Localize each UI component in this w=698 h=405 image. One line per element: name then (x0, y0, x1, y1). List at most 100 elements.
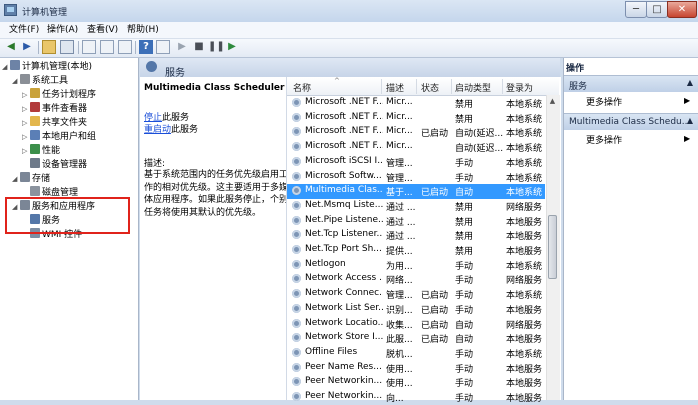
expanded-arrow-icon[interactable]: ◢ (12, 172, 20, 186)
pause-service-icon[interactable]: ❚❚ (208, 40, 225, 54)
tree-item[interactable]: ◢ 系统工具 (2, 74, 136, 88)
refresh-icon[interactable] (100, 40, 114, 54)
table-row[interactable]: Netlogon 为用... 手动 本地系统 (287, 258, 545, 273)
forward-arrow-icon[interactable]: ▶ (20, 40, 34, 54)
collapsed-arrow-icon[interactable]: ▷ (22, 116, 30, 130)
cell-logon: 本地系统 (506, 173, 543, 184)
minimize-button[interactable]: ─ (625, 1, 647, 18)
column-status[interactable]: 状态 (421, 81, 439, 94)
column-separator[interactable] (451, 79, 452, 94)
cell-name: Microsoft .NET F... (305, 97, 383, 107)
cell-name: Network Connec... (305, 288, 383, 299)
cell-desc: 此服... (386, 335, 413, 346)
back-arrow-icon[interactable]: ◀ (4, 40, 18, 54)
table-row[interactable]: Microsoft .NET F... Micr... 禁用 本地系统 (287, 96, 545, 111)
table-row[interactable]: Microsoft .NET F... Micr... 已启动 自动(延迟... 本地系… (287, 125, 545, 140)
collapsed-arrow-icon[interactable]: ▷ (22, 144, 30, 158)
gear-icon (292, 245, 301, 254)
column-separator[interactable] (416, 79, 417, 94)
menu-view[interactable]: 查看(V) (87, 23, 118, 37)
table-row[interactable]: Network List Ser... 识别... 已启动 手动 本地服务 (287, 302, 545, 317)
more-actions-item[interactable]: 更多操作 (586, 95, 622, 108)
title-bar[interactable] (0, 0, 698, 22)
actions-title: 操作 (566, 64, 585, 74)
gear-icon (292, 186, 301, 196)
tree-item[interactable]: 设备管理器 (2, 158, 136, 172)
more-actions-item[interactable]: 更多操作 (586, 133, 622, 146)
actions-section-selected-service[interactable]: Multimedia Class Schedu... ▲ (564, 113, 698, 130)
expanded-arrow-icon[interactable]: ◢ (12, 74, 20, 88)
menu-action[interactable]: 操作(A) (47, 23, 78, 37)
cell-desc: 通过 ... (386, 217, 416, 228)
help-icon[interactable]: ? (139, 40, 153, 54)
export-list-icon[interactable] (118, 40, 132, 54)
tree-node-icon (30, 158, 40, 168)
table-row[interactable]: Network Store I... 此服... 已启动 自动 本地服务 (287, 331, 545, 346)
cell-logon: 本地服务 (506, 335, 543, 346)
tree-node-icon (30, 88, 40, 98)
table-row[interactable]: Network Locatio... 收集... 已启动 自动 网络服务 (287, 317, 545, 332)
tree-item[interactable]: ▷ 性能 (2, 144, 136, 158)
expanded-arrow-icon[interactable]: ◢ (2, 60, 10, 74)
collapse-arrow-icon[interactable]: ▲ (687, 116, 693, 125)
table-row[interactable]: Net.Tcp Port Sh... 提供... 禁用 本地服务 (287, 243, 545, 258)
column-startup-type[interactable]: 启动类型 (455, 81, 491, 94)
stop-service-icon[interactable]: ■ (192, 40, 206, 54)
tree-item[interactable]: ◢ 计算机管理(本地) (2, 60, 136, 74)
collapsed-arrow-icon[interactable]: ▷ (22, 102, 30, 116)
collapse-arrow-icon[interactable]: ▲ (687, 78, 693, 87)
collapsed-arrow-icon[interactable]: ▷ (22, 130, 30, 144)
properties-icon[interactable] (82, 40, 96, 54)
show-tree-icon[interactable] (60, 40, 74, 54)
cell-logon: 本地服务 (506, 305, 543, 316)
cell-desc: 提供... (386, 247, 413, 257)
menu-file[interactable]: 文件(F) (9, 23, 39, 37)
tree-item[interactable]: ▷ 共享文件夹 (2, 116, 136, 130)
close-button[interactable]: ✕ (667, 1, 697, 18)
table-row[interactable]: Microsoft .NET F... Micr... 禁用 本地系统 (287, 111, 545, 126)
restart-service-icon[interactable]: ▶ (225, 40, 239, 54)
table-row[interactable]: Network Access ... 网络... 手动 网络服务 (287, 272, 545, 287)
column-description[interactable]: 描述 (386, 81, 404, 94)
column-name[interactable]: 名称 (293, 81, 311, 94)
table-row[interactable]: Peer Networkin... 向... 手动 本地服务 (287, 390, 545, 405)
tree-item[interactable]: ◢ 存储 (2, 172, 136, 186)
cell-startup: 手动 (455, 291, 474, 302)
table-row[interactable]: Microsoft .NET F... Micr... 自动(延迟... 本地系统 (287, 140, 545, 155)
column-logon[interactable]: 登录为 (506, 81, 533, 94)
table-row[interactable]: Microsoft Softw... 管理... 手动 本地系统 (287, 170, 545, 185)
table-row[interactable]: Multimedia Clas... 基于... 已启动 自动 本地系统 (287, 184, 545, 199)
table-row[interactable]: Peer Networkin... 使用... 手动 本地服务 (287, 375, 545, 390)
column-separator[interactable] (502, 79, 503, 94)
table-row[interactable]: Peer Name Res... 使用... 手动 本地服务 (287, 361, 545, 376)
table-row[interactable]: Net.Msmq Liste... 通过 ... 禁用 网络服务 (287, 199, 545, 214)
cell-name: Microsoft .NET F... (305, 126, 383, 137)
column-separator[interactable] (381, 79, 382, 94)
table-row[interactable]: Offline Files 脱机... 手动 本地系统 (287, 346, 545, 361)
gear-icon (292, 318, 301, 328)
actions-section-services[interactable]: 服务 ▲ (564, 75, 698, 92)
collapsed-arrow-icon[interactable]: ▷ (22, 88, 30, 102)
table-row[interactable]: Network Connec... 管理... 已启动 手动 本地系统 (287, 287, 545, 302)
computer-management-icon (4, 4, 17, 16)
cell-logon: 本地服务 (506, 217, 543, 228)
tree-node-icon (30, 116, 40, 126)
cell-status: 已启动 (421, 291, 449, 302)
table-row[interactable]: Net.Tcp Listener... 通过 ... 禁用 本地服务 (287, 228, 545, 243)
table-row[interactable]: Net.Pipe Listene... 通过 ... 禁用 本地服务 (287, 214, 545, 229)
console-icon[interactable] (156, 40, 170, 54)
restart-service-link[interactable]: 重启动 (144, 125, 171, 135)
start-service-icon[interactable]: ▶ (175, 40, 189, 54)
menu-help[interactable]: 帮助(H) (127, 23, 159, 37)
maximize-button[interactable]: □ (646, 1, 668, 18)
up-folder-icon[interactable] (42, 40, 56, 54)
tree-item[interactable]: ▷ 本地用户和组 (2, 130, 136, 144)
cell-status: 已启动 (421, 320, 449, 331)
tree-item[interactable]: ▷ 任务计划程序 (2, 88, 136, 102)
table-row[interactable]: Microsoft iSCSI I... 管理... 手动 本地系统 (287, 155, 545, 170)
tree-node-icon (20, 74, 30, 84)
actions-pane (563, 58, 698, 400)
scroll-up-arrow-icon[interactable]: ▲ (547, 96, 558, 107)
scroll-thumb[interactable] (548, 215, 557, 279)
tree-item[interactable]: ▷ 事件查看器 (2, 102, 136, 116)
